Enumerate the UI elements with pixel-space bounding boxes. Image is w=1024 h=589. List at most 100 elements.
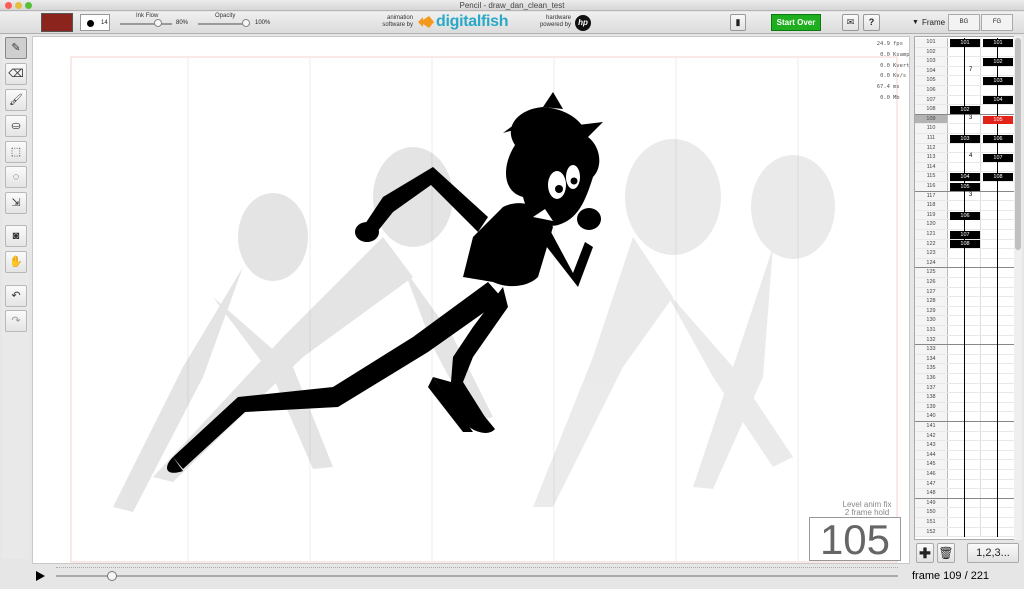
onion-skin-icon[interactable]: ◙ — [5, 225, 27, 247]
xsheet-row[interactable]: 130 — [915, 316, 1015, 326]
fg-cell[interactable] — [982, 528, 1014, 537]
fg-cell[interactable] — [982, 518, 1014, 527]
bg-cell[interactable] — [949, 422, 981, 431]
bg-cell[interactable] — [949, 114, 981, 124]
bg-cell[interactable] — [949, 470, 981, 479]
fg-cel[interactable]: 104 — [983, 96, 1013, 105]
fg-cell[interactable] — [982, 278, 1014, 287]
xsheet-row[interactable]: 125 — [915, 268, 1015, 278]
fg-cell[interactable] — [982, 201, 1014, 210]
bg-cell[interactable] — [949, 191, 981, 201]
fg-cell[interactable] — [982, 460, 1014, 469]
xsheet-row[interactable]: 152 — [915, 527, 1015, 538]
bg-cell[interactable] — [949, 316, 981, 325]
bg-cel[interactable]: 105 — [950, 182, 980, 191]
fg-cel[interactable]: 103 — [983, 77, 1013, 86]
xsheet-row[interactable]: 106 — [915, 86, 1015, 96]
xsheet-row[interactable]: 146 — [915, 470, 1015, 480]
bg-cell[interactable] — [949, 431, 981, 441]
fg-cel[interactable]: 107 — [983, 154, 1013, 162]
fg-cell[interactable] — [982, 355, 1014, 364]
timeline-scrubber[interactable] — [107, 571, 118, 581]
fg-cell[interactable] — [982, 480, 1014, 489]
bg-cell[interactable] — [949, 479, 981, 489]
fg-cell[interactable] — [982, 393, 1014, 402]
xsheet-row[interactable]: 144 — [915, 450, 1015, 461]
fg-cell[interactable] — [982, 163, 1014, 172]
xsheet-row[interactable]: 118 — [915, 201, 1015, 211]
drawing-canvas[interactable]: 24.9 fps 0.0 Ksamp 0.0 Kvert 0.0 Kv/s 67.4 ms 0.0 M… — [32, 36, 910, 564]
bg-cell[interactable] — [949, 268, 981, 277]
timeline-track[interactable] — [56, 575, 898, 577]
bg-cell[interactable] — [949, 201, 981, 210]
fg-cell[interactable] — [982, 336, 1014, 345]
redo-icon[interactable]: ↷ — [5, 310, 27, 332]
fg-cell[interactable] — [982, 508, 1014, 517]
hand-tool-icon[interactable]: ✋ — [5, 251, 27, 273]
bg-cell[interactable] — [949, 393, 981, 402]
ink-color-swatch[interactable] — [41, 13, 73, 32]
marquee-select-icon[interactable]: ⬚ — [5, 141, 27, 163]
fg-cell[interactable] — [982, 345, 1014, 354]
xsheet-row[interactable]: 128 — [915, 297, 1015, 307]
xsheet-row[interactable]: 148 — [915, 489, 1015, 499]
xsheet-row[interactable]: 133 — [915, 345, 1015, 355]
xsheet-row[interactable]: 134 — [915, 354, 1015, 365]
fg-cel[interactable]: 102 — [983, 58, 1013, 66]
start-over-button[interactable]: Start Over — [771, 14, 821, 31]
close-window-button[interactable] — [5, 2, 12, 9]
battery-icon[interactable]: ▮ — [730, 14, 746, 31]
move-tool-icon[interactable]: ⇲ — [5, 192, 27, 214]
eraser-tool-icon[interactable]: ⌫ — [5, 63, 27, 85]
fg-cell[interactable] — [982, 364, 1014, 373]
fg-cel[interactable]: 101 — [983, 38, 1013, 47]
bg-cell[interactable] — [949, 450, 981, 460]
bg-cell[interactable] — [949, 374, 981, 383]
undo-icon[interactable]: ↶ — [5, 285, 27, 307]
bg-cell[interactable] — [949, 508, 981, 517]
bg-cell[interactable] — [949, 95, 981, 105]
xsheet-row[interactable]: 140 — [915, 412, 1015, 422]
fg-cell[interactable] — [982, 124, 1014, 133]
xsheet-collapse-icon[interactable]: ▼ — [912, 14, 919, 31]
xsheet-row[interactable]: 123 — [915, 249, 1015, 259]
fg-cell[interactable] — [982, 67, 1014, 76]
exposure-sheet[interactable]: 101 102 103 104 105 106 107 108 109 110 111 112 113 1… — [914, 36, 1018, 540]
add-cel-button[interactable]: ✚ — [916, 543, 934, 563]
fg-cell[interactable] — [982, 441, 1014, 450]
play-icon[interactable] — [36, 571, 45, 581]
ink-flow-slider[interactable] — [120, 23, 172, 25]
xsheet-row[interactable]: 135 — [915, 364, 1015, 374]
fg-cell[interactable] — [982, 403, 1014, 412]
bg-cel[interactable]: 103 — [950, 134, 980, 143]
xsheet-row[interactable]: 102 — [915, 47, 1015, 58]
bg-cell[interactable] — [949, 306, 981, 316]
xsheet-row[interactable]: 127 — [915, 287, 1015, 298]
bg-cell[interactable] — [949, 383, 981, 393]
fg-cell[interactable] — [982, 470, 1014, 479]
bg-column-header[interactable]: BG — [948, 14, 980, 31]
bg-cell[interactable] — [949, 76, 981, 85]
fg-cell[interactable] — [982, 489, 1014, 498]
bg-cell[interactable] — [949, 258, 981, 268]
bg-cell[interactable] — [949, 345, 981, 354]
bg-cell[interactable] — [949, 364, 981, 373]
xsheet-row[interactable]: 138 — [915, 393, 1015, 403]
xsheet-row[interactable]: 151 — [915, 518, 1015, 528]
fg-cell[interactable] — [982, 211, 1014, 220]
auto-number-button[interactable]: 1,2,3... — [967, 543, 1019, 563]
fg-cell[interactable] — [982, 230, 1014, 239]
fg-cell[interactable] — [982, 432, 1014, 441]
xsheet-row[interactable]: 131 — [915, 326, 1015, 336]
fg-cell[interactable] — [982, 384, 1014, 393]
bg-cell[interactable] — [949, 47, 981, 57]
xsheet-row[interactable]: 150 — [915, 508, 1015, 518]
lasso-select-icon[interactable]: ◌ — [5, 166, 27, 188]
xsheet-row[interactable]: 104 — [915, 66, 1015, 77]
help-button[interactable]: ? — [863, 14, 880, 31]
bg-cell[interactable] — [949, 441, 981, 450]
xsheet-row[interactable]: 124 — [915, 258, 1015, 269]
fg-cell[interactable] — [982, 307, 1014, 316]
bg-cel[interactable]: 101 — [950, 38, 980, 47]
xsheet-row[interactable]: 139 — [915, 402, 1015, 413]
